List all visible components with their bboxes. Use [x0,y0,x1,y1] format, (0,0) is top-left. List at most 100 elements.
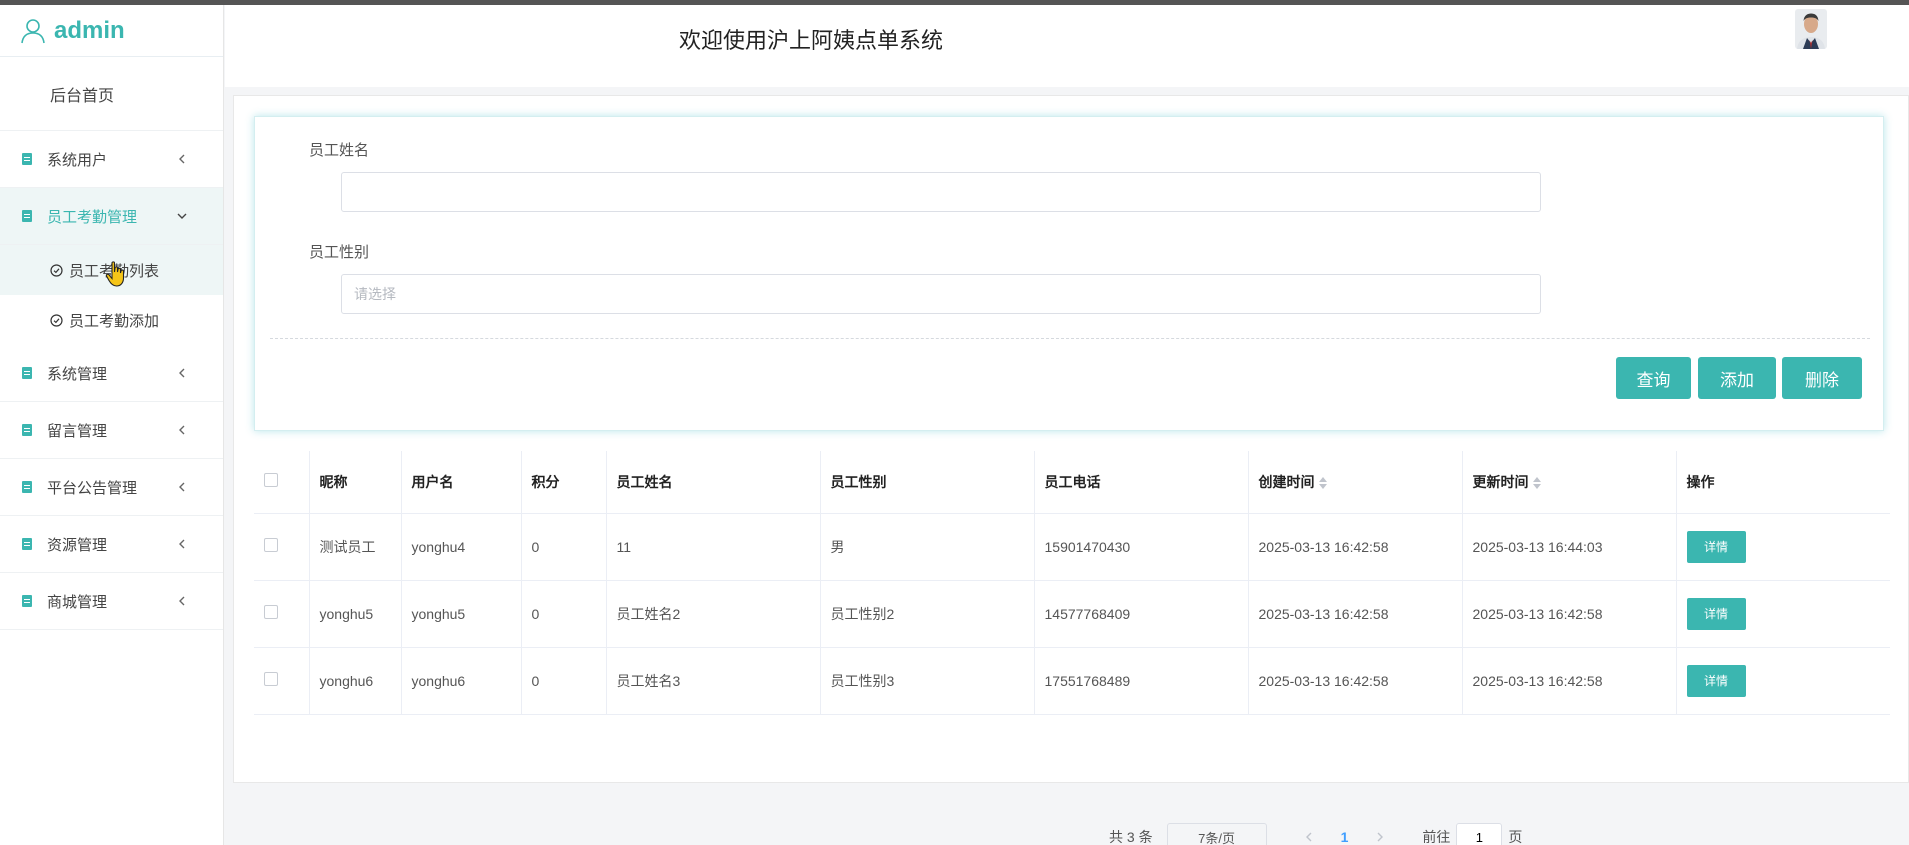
detail-button[interactable]: 详情 [1686,664,1746,697]
data-table: 昵称 用户名 积分 员工姓名 员工性别 员工电话 创建时间 更新时间 操作 测试… [254,451,1890,715]
attendance-submenu: 员工考勤列表 员工考勤添加 [0,245,223,345]
sidebar: admin 后台首页 系统用户 员工考勤管理 员工考勤列表 员工考勤添加 [0,5,224,845]
table-header-row: 昵称 用户名 积分 员工姓名 员工性别 员工电话 创建时间 更新时间 操作 [254,451,1890,514]
cell-nickname: 测试员工 [309,513,402,581]
query-button[interactable]: 查询 [1616,357,1691,399]
next-page-icon[interactable] [1375,832,1385,842]
row-checkbox[interactable] [264,605,278,619]
chevron-left-icon [179,482,185,492]
sort-icon[interactable] [1532,477,1541,490]
cell-employee-gender: 男 [820,513,1035,581]
column-header-label: 创建时间 [1258,473,1315,490]
sidebar-menu: 后台首页 系统用户 员工考勤管理 员工考勤列表 员工考勤添加 系统管理 [0,57,223,630]
table-row: 测试员工 yonghu4 0 11 男 15901470430 2025-03-… [254,513,1890,581]
sidebar-item-resources[interactable]: 资源管理 [0,516,223,573]
sidebar-item-announcements[interactable]: 平台公告管理 [0,459,223,516]
table-row: yonghu5 yonghu5 0 员工姓名2 员工性别2 1457776840… [254,580,1890,648]
sidebar-item-shop[interactable]: 商城管理 [0,573,223,630]
column-header: 操作 [1676,451,1890,514]
divider [270,338,1870,339]
brand-name: admin [54,16,125,44]
chevron-left-icon [179,539,185,549]
hand-cursor-icon [105,261,125,287]
sidebar-item-label: 系统用户 [47,151,108,169]
sidebar-item-messages[interactable]: 留言管理 [0,402,223,459]
document-icon [22,424,32,436]
cell-employee-gender: 员工性别2 [820,580,1035,648]
pagination: 共 3 条 7条/页 1 前往 页 [1109,823,1522,845]
sidebar-subitem-attendance-add[interactable]: 员工考勤添加 [0,295,223,345]
avatar-image [1795,9,1827,49]
cell-nickname: yonghu6 [309,647,402,715]
sidebar-item-attendance[interactable]: 员工考勤管理 [0,188,223,245]
cell-employee-phone: 17551768489 [1034,647,1249,715]
main-panel: 员工姓名 员工性别 查询 添加 删除 昵称 用户名 积分 员工姓名 员工性别 [233,95,1909,845]
row-checkbox[interactable] [264,672,278,686]
sidebar-item-system-users[interactable]: 系统用户 [0,131,223,188]
sidebar-item-label: 商城管理 [47,593,108,611]
document-icon [22,367,32,379]
avatar[interactable] [1795,9,1827,49]
cell-employee-phone: 14577768409 [1034,580,1249,648]
cell-points: 0 [521,647,607,715]
delete-button[interactable]: 删除 [1782,357,1862,399]
goto-prefix: 前往 [1422,829,1451,845]
sidebar-item-system-management[interactable]: 系统管理 [0,345,223,402]
column-header: 积分 [521,451,607,514]
prev-page-icon[interactable] [1304,832,1314,842]
user-icon [21,18,45,43]
cell-points: 0 [521,513,607,581]
cell-employee-gender: 员工性别3 [820,647,1035,715]
cell-employee-name: 11 [606,513,821,581]
gender-select[interactable] [341,274,1541,314]
document-icon [22,153,32,165]
cell-employee-name: 员工姓名3 [606,647,821,715]
sidebar-item-label: 后台首页 [50,87,115,105]
sidebar-item-label: 平台公告管理 [47,479,138,497]
chevron-left-icon [179,154,185,164]
cell-employee-phone: 15901470430 [1034,513,1249,581]
cell-username: yonghu5 [401,580,522,648]
cell-created-at: 2025-03-13 16:42:58 [1248,580,1463,648]
select-all-checkbox[interactable] [264,473,278,488]
page-title: 欢迎使用沪上阿姨点单系统 [679,28,944,53]
goto-page-input[interactable] [1456,823,1503,845]
row-select-cell [254,580,310,648]
page-size-select[interactable]: 7条/页 [1166,823,1267,845]
column-header-sortable[interactable]: 更新时间 [1462,451,1677,514]
sidebar-item-label: 员工考勤管理 [47,208,138,226]
sort-icon[interactable] [1318,477,1327,490]
pagination-total: 共 3 条 [1109,829,1153,845]
sidebar-item-label: 系统管理 [47,365,108,383]
cell-nickname: yonghu5 [309,580,402,648]
chevron-left-icon [179,425,185,435]
brand: admin [0,5,223,57]
row-checkbox[interactable] [264,538,278,552]
name-input[interactable] [341,172,1541,212]
add-button[interactable]: 添加 [1698,357,1776,399]
sidebar-item-label: 留言管理 [47,422,108,440]
detail-button[interactable]: 详情 [1686,530,1746,563]
search-form: 员工姓名 员工性别 查询 添加 删除 [254,116,1884,431]
column-header: 员工电话 [1034,451,1249,514]
sidebar-item-home[interactable]: 后台首页 [0,57,223,131]
page-size-label: 7条/页 [1198,830,1235,845]
detail-button[interactable]: 详情 [1686,597,1746,630]
column-header-sortable[interactable]: 创建时间 [1248,451,1463,514]
gender-label: 员工性别 [309,244,370,261]
document-icon [22,538,32,550]
column-header: 昵称 [309,451,402,514]
data-table-wrap: 昵称 用户名 积分 员工姓名 员工性别 员工电话 创建时间 更新时间 操作 测试… [254,451,1890,715]
cell-actions: 详情 [1676,647,1890,715]
chevron-down-icon [177,213,187,219]
cell-username: yonghu6 [401,647,522,715]
page-number-current[interactable]: 1 [1341,829,1349,845]
cell-updated-at: 2025-03-13 16:42:58 [1462,580,1677,648]
row-select-cell [254,513,310,581]
check-circle-icon [50,313,63,327]
column-header: 员工性别 [820,451,1035,514]
name-label: 员工姓名 [309,142,370,159]
cell-points: 0 [521,580,607,648]
cell-username: yonghu4 [401,513,522,581]
row-select-cell [254,647,310,715]
